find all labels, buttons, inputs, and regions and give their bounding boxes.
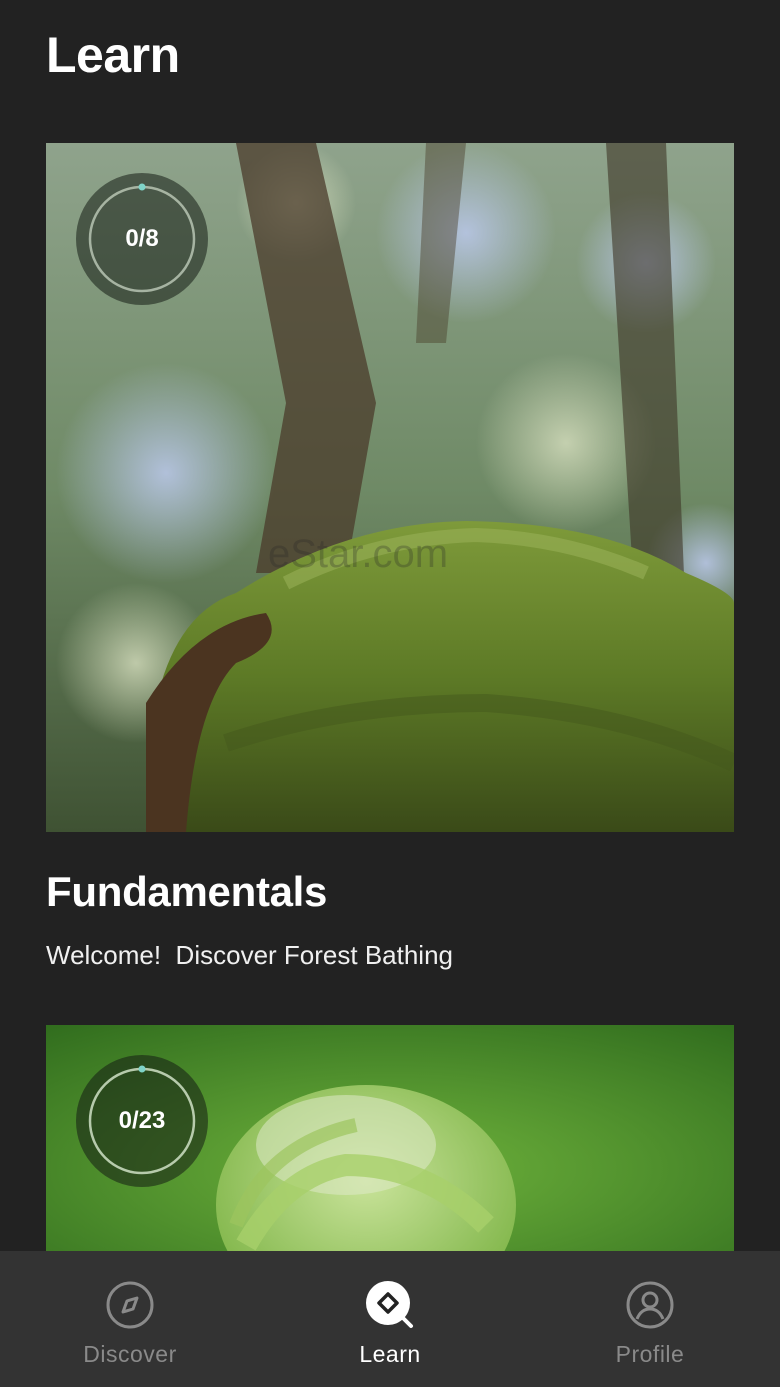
card-image-mossy-branch[interactable]: 0/8	[46, 143, 734, 832]
page-title: Learn	[46, 27, 180, 83]
nav-item-profile[interactable]: Profile	[520, 1251, 780, 1387]
profile-icon	[626, 1281, 674, 1329]
nav-label-profile: Profile	[615, 1341, 685, 1367]
progress-ring: 0/8	[76, 173, 208, 305]
learn-screen: Learn 0/8 Fundamentals Welcome! Discover…	[0, 0, 780, 1387]
bottom-nav: Discover Learn Profile	[0, 1251, 780, 1387]
nav-label-learn: Learn	[359, 1341, 421, 1367]
compass-icon	[106, 1281, 154, 1329]
progress-ring: 0/23	[76, 1055, 208, 1187]
course-card-fundamentals[interactable]: 0/8 Fundamentals Welcome! Discover Fores…	[46, 143, 734, 971]
card-image-fern[interactable]: 0/23	[46, 1025, 734, 1265]
nav-item-discover[interactable]: Discover	[0, 1251, 260, 1387]
learn-icon	[366, 1281, 413, 1328]
course-card-2[interactable]: 0/23	[46, 1025, 734, 1265]
card-subtitle: Welcome! Discover Forest Bathing	[46, 940, 453, 970]
progress-count: 0/23	[118, 1107, 166, 1134]
card-title: Fundamentals	[46, 868, 328, 915]
nav-item-learn[interactable]: Learn	[260, 1251, 520, 1387]
nav-label-discover: Discover	[83, 1341, 177, 1367]
progress-count: 0/8	[125, 225, 159, 252]
